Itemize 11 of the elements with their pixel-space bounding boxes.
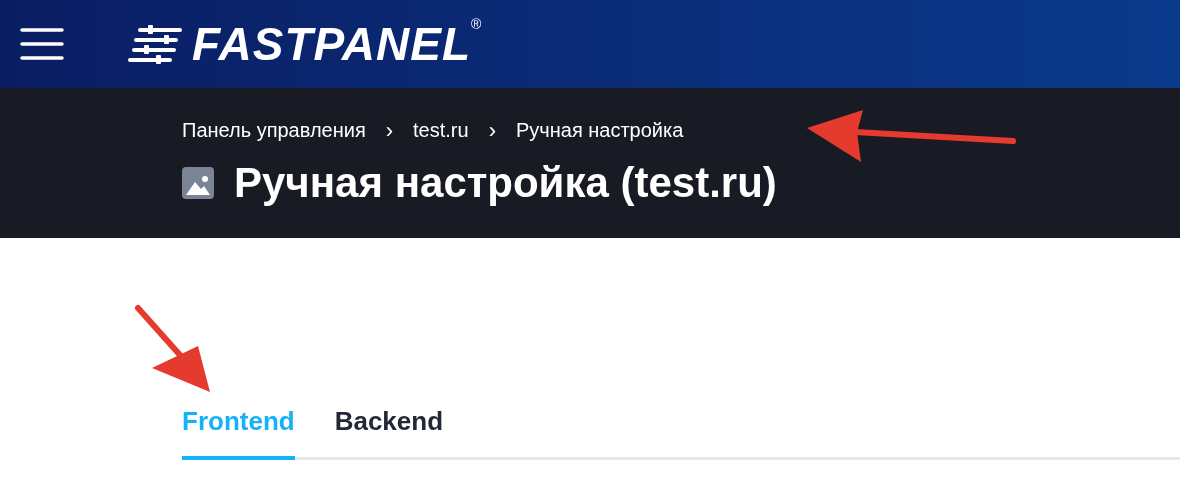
logo-text: FASTPANEL [192,21,472,67]
breadcrumb-link[interactable]: Ручная настройка [515,115,684,145]
breadcrumb-separator: › [488,116,496,145]
registered-mark: ® [471,17,482,31]
breadcrumb-separator: › [385,116,394,145]
tab[interactable]: Backend [334,408,444,460]
breadcrumb-link[interactable]: test.ru [413,115,469,145]
logo-icon [128,24,184,64]
page-title: Ручная настройка (test.ru) [234,162,777,204]
breadcrumb-link[interactable]: Панель управления [182,115,366,145]
image-icon [182,167,214,199]
